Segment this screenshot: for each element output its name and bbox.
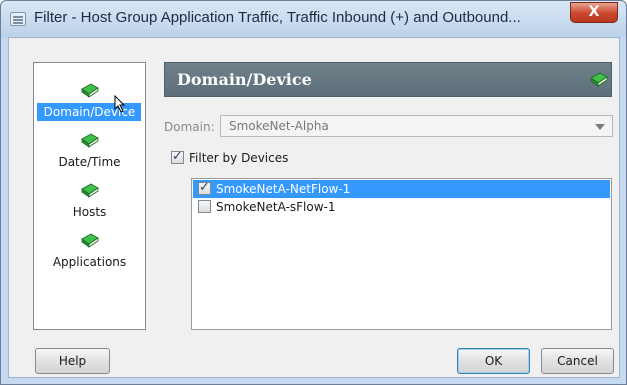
filter-dialog: Filter - Host Group Application Traffic,…	[0, 0, 627, 385]
device-checkbox[interactable]	[198, 200, 211, 213]
nav-item-hosts[interactable]: Hosts	[34, 177, 145, 227]
title-bar[interactable]: Filter - Host Group Application Traffic,…	[1, 1, 626, 37]
nav-item-applications[interactable]: Applications	[34, 227, 145, 277]
book-icon	[81, 133, 99, 149]
nav-item-label: Applications	[52, 255, 127, 269]
mouse-pointer-icon	[114, 95, 126, 113]
domain-select-value: SmokeNet-Alpha	[229, 119, 329, 133]
book-icon	[81, 83, 99, 99]
device-checkbox[interactable]	[198, 180, 211, 195]
help-button[interactable]: Help	[35, 348, 110, 374]
domain-select[interactable]: SmokeNet-Alpha	[220, 115, 613, 137]
chevron-down-icon[interactable]	[595, 124, 605, 130]
nav-item-domain-device[interactable]: Domain/Device	[34, 77, 145, 127]
dialog-client-area: Domain/Device Date/Time Hosts Applicatio…	[8, 37, 620, 378]
book-icon	[81, 233, 99, 249]
cancel-button[interactable]: Cancel	[541, 348, 614, 374]
close-button[interactable]: X	[570, 2, 618, 23]
panel-title: Domain/Device	[177, 70, 312, 89]
book-icon	[81, 183, 99, 199]
nav-item-label: Date/Time	[58, 155, 121, 169]
device-label: SmokeNetA-sFlow-1	[216, 200, 336, 214]
window-menu-icon[interactable]	[10, 12, 26, 26]
ok-button[interactable]: OK	[457, 348, 530, 374]
device-list-item[interactable]: SmokeNetA-sFlow-1	[193, 198, 610, 216]
filter-category-list: Domain/Device Date/Time Hosts Applicatio…	[33, 62, 146, 330]
nav-item-label: Hosts	[72, 205, 107, 219]
book-icon	[590, 72, 608, 88]
domain-label: Domain:	[164, 120, 215, 134]
filter-by-devices-label[interactable]: Filter by Devices	[189, 151, 288, 165]
panel-header: Domain/Device	[164, 62, 612, 97]
filter-by-devices-checkbox[interactable]	[171, 149, 184, 164]
device-list-item[interactable]: SmokeNetA-NetFlow-1	[193, 180, 610, 198]
nav-item-date-time[interactable]: Date/Time	[34, 127, 145, 177]
device-list[interactable]: SmokeNetA-NetFlow-1 SmokeNetA-sFlow-1	[191, 178, 612, 330]
device-label: SmokeNetA-NetFlow-1	[216, 182, 351, 196]
window-title: Filter - Host Group Application Traffic,…	[34, 9, 521, 26]
nav-item-label: Domain/Device	[43, 105, 136, 119]
